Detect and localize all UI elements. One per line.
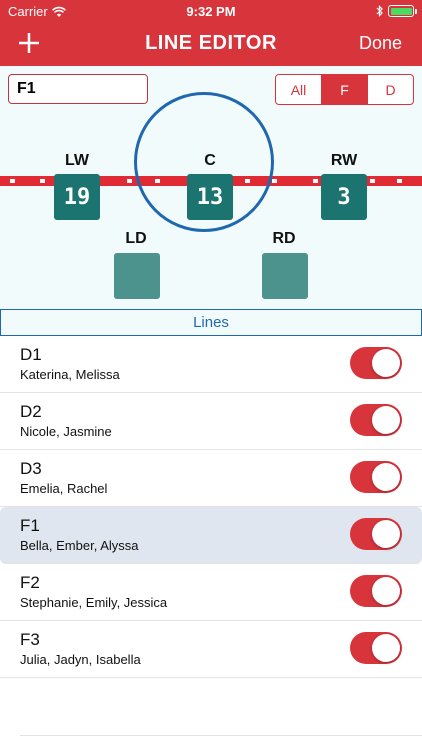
filter-forward[interactable]: F (322, 75, 368, 104)
list-divider (20, 735, 422, 736)
line-players: Julia, Jadyn, Isabella (20, 652, 141, 667)
line-row-d3[interactable]: D3 Emelia, Rachel (0, 450, 422, 507)
line-toggle[interactable] (350, 347, 402, 379)
toggle-knob (372, 349, 400, 377)
rink-dash (127, 179, 132, 183)
bluetooth-icon (376, 5, 383, 17)
rink-dash (10, 179, 15, 183)
line-toggle[interactable] (350, 575, 402, 607)
rink-dash (370, 179, 375, 183)
filter-all[interactable]: All (276, 75, 322, 104)
line-row-f1[interactable]: F1 Bella, Ember, Alyssa (0, 507, 422, 564)
player-slot-rw[interactable]: 3 (321, 174, 367, 220)
toggle-knob (372, 463, 400, 491)
position-label-ld: LD (125, 230, 147, 247)
rink-dash (272, 179, 277, 183)
line-name: D1 (20, 345, 42, 364)
battery-fill (390, 7, 412, 15)
player-slot-lw[interactable]: 19 (54, 174, 100, 220)
line-toggle[interactable] (350, 461, 402, 493)
line-players: Stephanie, Emily, Jessica (20, 595, 168, 610)
toggle-knob (372, 520, 400, 548)
line-toggle[interactable] (350, 632, 402, 664)
filter-defense[interactable]: D (368, 75, 413, 104)
line-name: D2 (20, 402, 42, 421)
plus-icon[interactable] (14, 28, 44, 58)
line-players: Bella, Ember, Alyssa (20, 538, 139, 553)
position-label-c: C (204, 152, 216, 169)
line-name: F1 (20, 516, 40, 535)
line-toggle[interactable] (350, 404, 402, 436)
line-row-d1[interactable]: D1 Katerina, Melissa (0, 336, 422, 393)
app-header: Carrier 9:32 PM LINE EDITOR Done (0, 0, 422, 66)
position-filter: All F D (275, 74, 414, 105)
lines-list: D1 Katerina, Melissa D2 Nicole, Jasmine … (0, 336, 422, 678)
position-label-rw: RW (330, 152, 358, 169)
rink-dash (313, 179, 318, 183)
status-time: 9:32 PM (186, 4, 236, 19)
rink-dash (397, 179, 402, 183)
player-slot-rd[interactable] (262, 253, 308, 299)
status-bar: Carrier 9:32 PM (0, 0, 422, 22)
line-editor-panel: All F D LW 19 C 13 RW 3 LD RD (0, 66, 422, 309)
player-slot-c[interactable]: 13 (187, 174, 233, 220)
toggle-knob (372, 406, 400, 434)
line-row-d2[interactable]: D2 Nicole, Jasmine (0, 393, 422, 450)
line-players: Katerina, Melissa (20, 367, 120, 382)
line-row-f2[interactable]: F2 Stephanie, Emily, Jessica (0, 564, 422, 621)
battery-icon (388, 5, 417, 17)
lines-section-header: Lines (0, 309, 422, 336)
position-label-lw: LW (65, 152, 89, 169)
battery-indicator (376, 5, 417, 17)
line-players: Emelia, Rachel (20, 481, 108, 496)
toggle-knob (372, 634, 400, 662)
player-slot-ld[interactable] (114, 253, 160, 299)
navigation-bar: LINE EDITOR Done (0, 22, 422, 66)
line-row-f3[interactable]: F3 Julia, Jadyn, Isabella (0, 621, 422, 678)
line-name: F2 (20, 573, 40, 592)
line-name: F3 (20, 630, 40, 649)
line-players: Nicole, Jasmine (20, 424, 112, 439)
rink-dash (40, 179, 45, 183)
done-button[interactable]: Done (359, 33, 402, 54)
position-label-rd: RD (272, 230, 296, 247)
toggle-knob (372, 577, 400, 605)
line-name: D3 (20, 459, 42, 478)
line-toggle[interactable] (350, 518, 402, 550)
line-name-input[interactable] (8, 74, 148, 104)
